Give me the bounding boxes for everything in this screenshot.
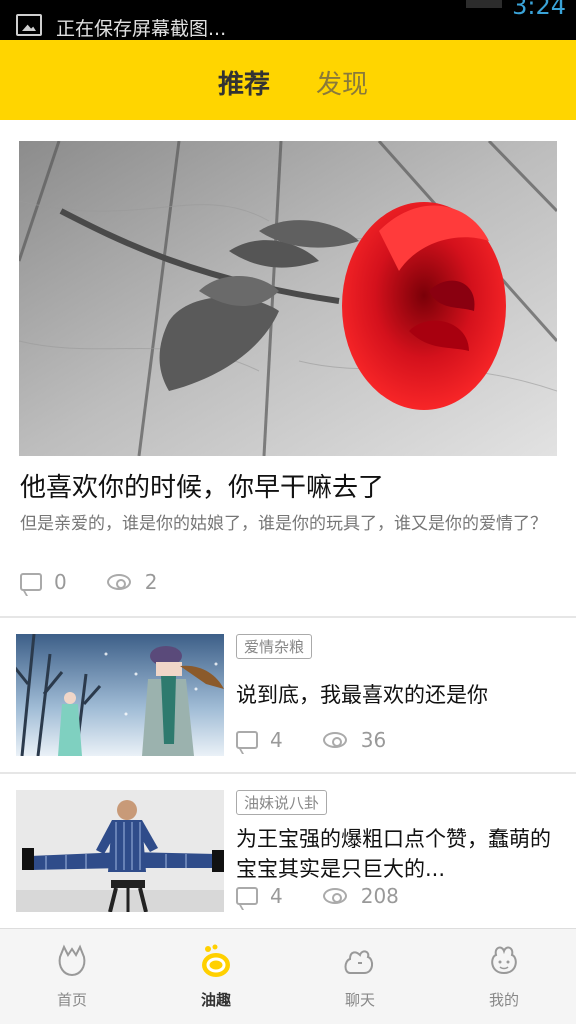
article-stats: 4 36 xyxy=(236,728,386,752)
tab-home[interactable]: 首页 xyxy=(0,929,144,1025)
article-title[interactable]: 为王宝强的爆粗口点个赞，蠢萌的宝宝其实是只巨大的... xyxy=(236,824,556,884)
article-thumbnail[interactable] xyxy=(16,790,224,912)
clock: 3:24 xyxy=(512,0,566,20)
comment-count: 4 xyxy=(270,728,283,752)
featured-title[interactable]: 他喜欢你的时候，你早干嘛去了 xyxy=(20,467,384,504)
comment-count: 4 xyxy=(270,884,283,908)
tab-recommend[interactable]: 推荐 xyxy=(218,64,270,101)
comment-icon xyxy=(20,573,42,591)
top-tab-header: 推荐 发现 xyxy=(0,40,576,120)
bottom-tab-bar: 首页 油趣 聊天 我的 xyxy=(0,928,576,1024)
view-count: 2 xyxy=(144,570,158,594)
view-icon xyxy=(106,574,131,590)
article-card[interactable]: 油妹说八卦 为王宝强的爆粗口点个赞，蠢萌的宝宝其实是只巨大的... 4 208 xyxy=(0,774,576,928)
article-tag[interactable]: 油妹说八卦 xyxy=(236,790,328,815)
featured-stats: 0 2 xyxy=(20,570,157,594)
tab-chat-label: 聊天 xyxy=(344,991,375,1009)
view-count: 208 xyxy=(360,884,399,908)
tab-discover[interactable]: 发现 xyxy=(316,64,368,101)
tab-profile[interactable]: 我的 xyxy=(432,929,576,1025)
article-tag[interactable]: 爱情杂粮 xyxy=(236,634,313,659)
comment-icon xyxy=(236,731,258,749)
comment-icon xyxy=(236,887,258,905)
article-thumbnail[interactable] xyxy=(16,634,224,756)
status-bar: 正在保存屏幕截图... 3:24 xyxy=(0,0,576,40)
view-icon xyxy=(322,888,347,904)
article-title[interactable]: 说到底，我最喜欢的还是你 xyxy=(236,680,556,710)
comment-count: 0 xyxy=(54,570,67,594)
view-icon xyxy=(322,732,347,748)
article-stats: 4 208 xyxy=(236,884,399,908)
article-card[interactable]: 爱情杂粮 说到底，我最喜欢的还是你 4 36 xyxy=(0,618,576,772)
signal-indicator xyxy=(466,0,502,8)
home-icon xyxy=(58,944,86,977)
tab-youqu[interactable]: 油趣 xyxy=(144,929,288,1025)
chat-icon xyxy=(344,950,374,974)
notification-text: 正在保存屏幕截图... xyxy=(56,18,227,40)
tab-youqu-label: 油趣 xyxy=(200,991,231,1009)
profile-icon xyxy=(491,946,517,975)
screenshot-notification-icon xyxy=(16,14,42,36)
youqu-icon xyxy=(202,944,230,977)
tab-profile-label: 我的 xyxy=(488,991,519,1009)
view-count: 36 xyxy=(360,728,387,752)
featured-description: 但是亲爱的，谁是你的姑娘了，谁是你的玩具了，谁又是你的爱情了？ xyxy=(20,514,547,534)
featured-image[interactable] xyxy=(19,141,557,456)
featured-article[interactable]: 他喜欢你的时候，你早干嘛去了 但是亲爱的，谁是你的姑娘了，谁是你的玩具了，谁又是… xyxy=(0,120,576,616)
tab-chat[interactable]: 聊天 xyxy=(288,929,432,1025)
tab-home-label: 首页 xyxy=(56,991,87,1009)
